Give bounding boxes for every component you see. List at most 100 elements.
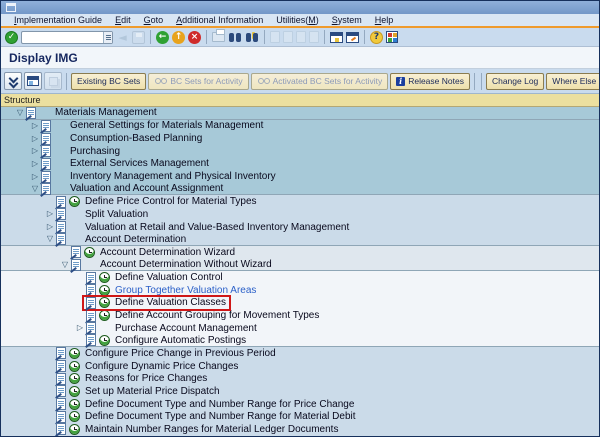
enter-icon[interactable]: ✓ xyxy=(5,30,18,44)
activity-clock-icon[interactable] xyxy=(69,360,80,372)
activity-clock-icon[interactable] xyxy=(69,411,80,423)
expand-icon[interactable]: ▷ xyxy=(29,158,41,170)
img-doc-icon[interactable] xyxy=(56,360,66,373)
expand-icon[interactable]: ▷ xyxy=(29,120,41,132)
img-doc-icon[interactable] xyxy=(41,145,51,158)
menu-item-system[interactable]: System xyxy=(332,15,362,25)
where-else-used-button[interactable]: Where Else Used xyxy=(546,72,599,90)
img-doc-icon[interactable] xyxy=(56,372,66,385)
img-doc-icon[interactable] xyxy=(56,347,66,360)
tree-item-reasons-for-price-changes[interactable]: Reasons for Price Changes xyxy=(1,372,599,386)
tree-item-configure-dynamic-price-changes[interactable]: Configure Dynamic Price Changes xyxy=(1,359,599,373)
menu-item-implementation-guide[interactable]: Implementation Guide xyxy=(14,15,102,25)
activity-clock-icon[interactable] xyxy=(69,385,80,397)
tree-item-purchasing[interactable]: ▷ Purchasing xyxy=(1,144,599,158)
collapse-icon[interactable]: ▽ xyxy=(44,233,56,245)
tree-item-define-document-type-and-number-range-for-price-change[interactable]: Define Document Type and Number Range fo… xyxy=(1,397,599,411)
print-icon[interactable] xyxy=(212,29,225,42)
img-doc-icon[interactable] xyxy=(56,208,66,221)
customize-layout-icon[interactable] xyxy=(386,31,398,43)
find-icon[interactable] xyxy=(228,31,242,44)
expand-icon[interactable]: ▷ xyxy=(44,208,56,220)
img-doc-icon[interactable] xyxy=(41,182,51,195)
tree-item-define-price-control-for-material-types[interactable]: Define Price Control for Material Types xyxy=(1,195,599,209)
activity-clock-icon[interactable] xyxy=(69,347,80,359)
tree-item-set-up-material-price-dispatch[interactable]: Set up Material Price Dispatch xyxy=(1,385,599,398)
img-doc-icon[interactable] xyxy=(86,296,96,309)
tree-item-account-determination[interactable]: ▽ Account Determination xyxy=(1,233,599,247)
img-doc-icon[interactable] xyxy=(86,334,96,347)
activity-clock-icon[interactable] xyxy=(69,196,80,208)
collapse-icon[interactable]: ▽ xyxy=(14,107,26,119)
create-shortcut-icon[interactable] xyxy=(346,31,359,43)
tree-item-valuation-and-account-assignment[interactable]: ▽ Valuation and Account Assignment xyxy=(1,182,599,196)
expand-icon[interactable]: ▷ xyxy=(29,145,41,157)
img-doc-icon[interactable] xyxy=(56,221,66,234)
activity-clock-icon[interactable] xyxy=(84,246,95,258)
tree-item-define-document-type-and-number-range-for-material-debit[interactable]: Define Document Type and Number Range fo… xyxy=(1,410,599,424)
activity-clock-icon[interactable] xyxy=(69,423,80,435)
tree-item-valuation-at-retail-and-value-based-inventory-management[interactable]: ▷ Valuation at Retail and Value-Based Inv… xyxy=(1,220,599,234)
img-doc-icon[interactable] xyxy=(41,132,51,145)
new-session-icon[interactable] xyxy=(330,31,343,43)
menu-item-additional-information[interactable]: Additional Information xyxy=(176,15,263,25)
img-doc-icon[interactable] xyxy=(56,398,66,411)
command-dropdown-icon[interactable] xyxy=(103,31,112,43)
tree-item-maintain-number-ranges-for-material-ledger-documents[interactable]: Maintain Number Ranges for Material Ledg… xyxy=(1,423,599,436)
expand-icon[interactable]: ▷ xyxy=(44,221,56,233)
tree-item-account-determination-wizard[interactable]: Account Determination Wizard xyxy=(1,246,599,259)
tree-item-split-valuation[interactable]: ▷ Split Valuation xyxy=(1,208,599,221)
tree-item-purchase-account-management[interactable]: ▷ Purchase Account Management xyxy=(1,321,599,335)
activity-clock-icon[interactable] xyxy=(99,272,110,284)
tree-item-define-valuation-control[interactable]: Define Valuation Control xyxy=(1,271,599,284)
activity-clock-icon[interactable] xyxy=(99,310,110,322)
img-doc-icon[interactable] xyxy=(71,246,81,259)
command-field[interactable] xyxy=(21,30,113,44)
tree-item-account-determination-without-wizard[interactable]: ▽ Account Determination Without Wizard xyxy=(1,258,599,272)
tree-item-define-account-grouping-for-movement-types[interactable]: Define Account Grouping for Movement Typ… xyxy=(1,309,599,322)
window-icon[interactable] xyxy=(6,3,16,12)
img-doc-icon[interactable] xyxy=(71,258,81,271)
expand-chevrons-icon[interactable] xyxy=(4,72,22,90)
collapse-icon[interactable]: ▽ xyxy=(59,259,71,271)
menu-item-help[interactable]: Help xyxy=(375,15,394,25)
expand-icon[interactable]: ▷ xyxy=(74,322,86,334)
img-doc-icon[interactable] xyxy=(86,271,96,284)
collapse-icon[interactable]: ▽ xyxy=(29,183,41,195)
img-doc-icon[interactable] xyxy=(56,423,66,436)
existing-bc-sets-button[interactable]: Existing BC Sets xyxy=(71,72,147,90)
tree-item-configure-price-change-in-previous-period[interactable]: Configure Price Change in Previous Perio… xyxy=(1,347,599,360)
help-icon[interactable]: ? xyxy=(370,30,383,44)
img-doc-icon[interactable] xyxy=(56,385,66,398)
release-notes-button[interactable]: i Release Notes xyxy=(390,72,470,90)
img-doc-icon[interactable] xyxy=(41,119,51,132)
tree-item-materials-management[interactable]: ▽ Materials Management xyxy=(1,107,599,120)
cancel-icon[interactable]: × xyxy=(188,30,201,44)
change-log-button[interactable]: Change Log xyxy=(485,72,545,90)
command-input[interactable] xyxy=(22,32,103,42)
expand-icon[interactable]: ▷ xyxy=(29,133,41,145)
tree-item-configure-automatic-postings[interactable]: Configure Automatic Postings xyxy=(1,334,599,348)
menu-item-utilities-m[interactable]: Utilities(M) xyxy=(276,15,319,25)
img-doc-icon[interactable] xyxy=(86,309,96,322)
exit-icon[interactable]: ↑ xyxy=(172,30,185,44)
back-icon[interactable]: ← xyxy=(156,30,169,44)
expand-icon[interactable]: ▷ xyxy=(29,171,41,183)
img-doc-icon[interactable] xyxy=(26,107,36,119)
img-doc-icon[interactable] xyxy=(86,322,96,335)
display-options-icon[interactable] xyxy=(24,72,42,90)
activity-clock-icon[interactable] xyxy=(69,398,80,410)
activity-clock-icon[interactable] xyxy=(99,297,110,309)
img-doc-icon[interactable] xyxy=(56,410,66,423)
find-next-icon[interactable] xyxy=(245,31,259,44)
tree-item-inventory-management-and-physical-inventory[interactable]: ▷ Inventory Management and Physical Inven… xyxy=(1,170,599,183)
img-doc-icon[interactable] xyxy=(41,157,51,170)
tree-item-consumption-based-planning[interactable]: ▷ Consumption-Based Planning xyxy=(1,132,599,145)
tree-item-define-valuation-classes[interactable]: Define Valuation Classes xyxy=(1,294,599,311)
tree-item-general-settings-for-materials-management[interactable]: ▷ General Settings for Materials Manageme… xyxy=(1,119,599,133)
img-doc-icon[interactable] xyxy=(56,233,66,246)
img-doc-icon[interactable] xyxy=(41,170,51,183)
menu-item-edit[interactable]: Edit xyxy=(115,15,131,25)
img-doc-icon[interactable] xyxy=(56,195,66,208)
activity-clock-icon[interactable] xyxy=(99,334,110,346)
